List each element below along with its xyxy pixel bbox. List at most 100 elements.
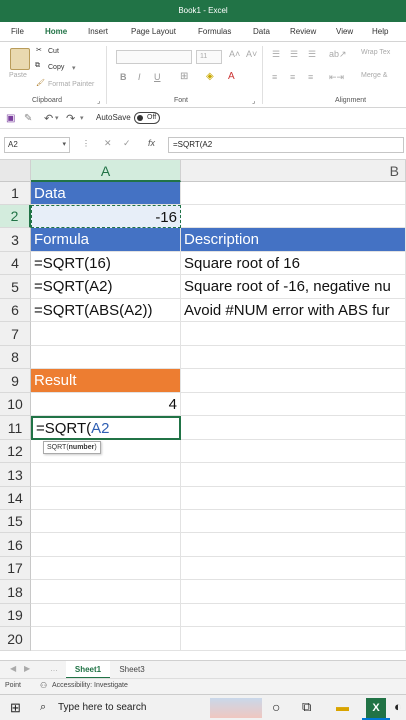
cancel-entry-icon[interactable]: ✕ (104, 138, 112, 149)
insert-function-icon[interactable]: fx (148, 138, 155, 148)
align-center-icon[interactable]: ≡ (290, 72, 295, 82)
middle-align-icon[interactable]: ☰ (290, 49, 298, 60)
paste-button[interactable]: Paste (9, 72, 27, 79)
tab-formulas[interactable]: Formulas (198, 27, 231, 36)
grid-cell-b7[interactable] (181, 322, 406, 346)
cell-a10[interactable]: 4 (31, 393, 181, 416)
tab-file[interactable]: File (11, 27, 24, 36)
format-painter-icon[interactable]: 🖌 (36, 79, 45, 87)
task-view-icon[interactable]: ⧉ (302, 699, 311, 715)
select-all-corner[interactable] (0, 160, 31, 182)
grid-cell-b8[interactable] (181, 346, 406, 369)
row-header-13[interactable]: 13 (0, 463, 31, 487)
borders-icon[interactable]: ⊞ (180, 71, 188, 82)
grid-cell-b10[interactable] (181, 393, 406, 416)
sheet-tab-sheet1[interactable]: Sheet1 (66, 661, 110, 679)
grid-cell-a8[interactable] (31, 346, 181, 369)
row-header-8[interactable]: 8 (0, 346, 31, 369)
copy-button[interactable]: Copy (48, 64, 64, 71)
options-dots-icon[interactable]: ⋮ (82, 139, 90, 148)
cell-a5[interactable]: =SQRT(A2) (31, 275, 181, 299)
indent-icon[interactable]: ⇤⇥ (329, 72, 344, 83)
scroll-right-icon[interactable]: ▶ (24, 664, 30, 673)
clipboard-launcher-icon[interactable]: ⌟ (97, 97, 100, 105)
font-color-icon[interactable]: A (228, 71, 235, 82)
row-header-11[interactable]: 11 (0, 416, 31, 440)
name-box[interactable]: A2 ▾ (4, 137, 70, 153)
cell-a1[interactable]: Data (31, 182, 181, 205)
accessibility-icon[interactable]: ⚇ (40, 681, 47, 690)
function-tooltip[interactable]: SQRT(number) (43, 441, 101, 454)
grid-cell-a18[interactable] (31, 580, 181, 604)
row-header-1[interactable]: 1 (0, 182, 31, 205)
row-header-16[interactable]: 16 (0, 533, 31, 557)
grid-cell-b11[interactable] (181, 416, 406, 440)
row-header-5[interactable]: 5 (0, 275, 31, 299)
excel-app-icon[interactable]: X (366, 698, 386, 718)
cell-b4[interactable]: Square root of 16 (181, 252, 406, 275)
row-header-3[interactable]: 3 (0, 228, 31, 252)
cell-a11-active[interactable]: =SQRT(A2 (31, 416, 181, 440)
accessibility-status[interactable]: Accessibility: Investigate (52, 682, 128, 689)
windows-start-icon[interactable]: ⊞ (10, 700, 21, 716)
sheet-tab-sheet3[interactable]: Sheet3 (112, 661, 152, 679)
confirm-entry-icon[interactable]: ✓ (123, 138, 131, 149)
grid-cell-b20[interactable] (181, 627, 406, 651)
grid-cell-a14[interactable] (31, 487, 181, 510)
grid-cell-b1[interactable] (181, 182, 406, 205)
orientation-icon[interactable]: ab↗ (329, 49, 347, 60)
grid-cell-b13[interactable] (181, 463, 406, 487)
row-header-6[interactable]: 6 (0, 299, 31, 322)
column-header-a[interactable]: A (31, 160, 181, 182)
row-header-9[interactable]: 9 (0, 369, 31, 393)
tab-view[interactable]: View (336, 27, 353, 36)
grid-cell-a7[interactable] (31, 322, 181, 346)
grid-cell-b9[interactable] (181, 369, 406, 393)
cell-b6[interactable]: Avoid #NUM error with ABS fur (181, 299, 406, 322)
cell-a2[interactable]: -16 (31, 205, 181, 228)
undo-icon[interactable]: ↶ (44, 112, 53, 125)
cell-b3[interactable]: Description (181, 228, 406, 252)
cell-a6[interactable]: =SQRT(ABS(A2)) (31, 299, 181, 322)
copy-icon[interactable]: ⧉ (35, 62, 40, 70)
grid-cell-b12[interactable] (181, 440, 406, 463)
fill-color-icon[interactable]: ◈ (206, 71, 214, 82)
row-header-2[interactable]: 2 (0, 205, 31, 228)
row-header-14[interactable]: 14 (0, 487, 31, 510)
font-name-select[interactable] (116, 50, 192, 64)
more-sheets-icon[interactable]: … (50, 664, 58, 673)
column-header-b[interactable]: B (181, 160, 406, 182)
paste-icon[interactable] (10, 48, 30, 70)
tab-help[interactable]: Help (372, 27, 388, 36)
tab-page-layout[interactable]: Page Layout (131, 27, 176, 36)
cell-b5[interactable]: Square root of -16, negative nu (181, 275, 406, 299)
cell-a4[interactable]: =SQRT(16) (31, 252, 181, 275)
italic-button[interactable]: I (138, 72, 141, 82)
formula-input[interactable]: =SQRT(A2 (168, 137, 404, 153)
row-header-18[interactable]: 18 (0, 580, 31, 604)
cut-button[interactable]: Cut (48, 48, 59, 55)
tab-review[interactable]: Review (290, 27, 316, 36)
cell-a9[interactable]: Result (31, 369, 181, 393)
file-explorer-icon[interactable]: ▬ (336, 699, 349, 714)
row-header-17[interactable]: 17 (0, 557, 31, 580)
grid-cell-a16[interactable] (31, 533, 181, 557)
underline-button[interactable]: U (154, 72, 161, 82)
grid-cell-b19[interactable] (181, 604, 406, 627)
grid-cell-a20[interactable] (31, 627, 181, 651)
name-box-dropdown-icon[interactable]: ▾ (62, 138, 66, 152)
font-launcher-icon[interactable]: ⌟ (252, 97, 255, 105)
cell-a3[interactable]: Formula (31, 228, 181, 252)
font-size-select[interactable]: 11 (196, 50, 222, 64)
copy-dropdown-icon[interactable]: ▾ (72, 64, 76, 72)
row-header-4[interactable]: 4 (0, 252, 31, 275)
grid-cell-b17[interactable] (181, 557, 406, 580)
grid-cell-b18[interactable] (181, 580, 406, 604)
touch-mode-icon[interactable]: ✎ (24, 113, 32, 124)
row-header-10[interactable]: 10 (0, 393, 31, 416)
grid-cell-b2[interactable] (181, 205, 406, 228)
align-left-icon[interactable]: ≡ (272, 72, 277, 82)
shrink-font-icon[interactable]: A˅ (246, 49, 257, 59)
row-header-12[interactable]: 12 (0, 440, 31, 463)
customize-qat-icon[interactable]: ▾ (80, 114, 84, 122)
